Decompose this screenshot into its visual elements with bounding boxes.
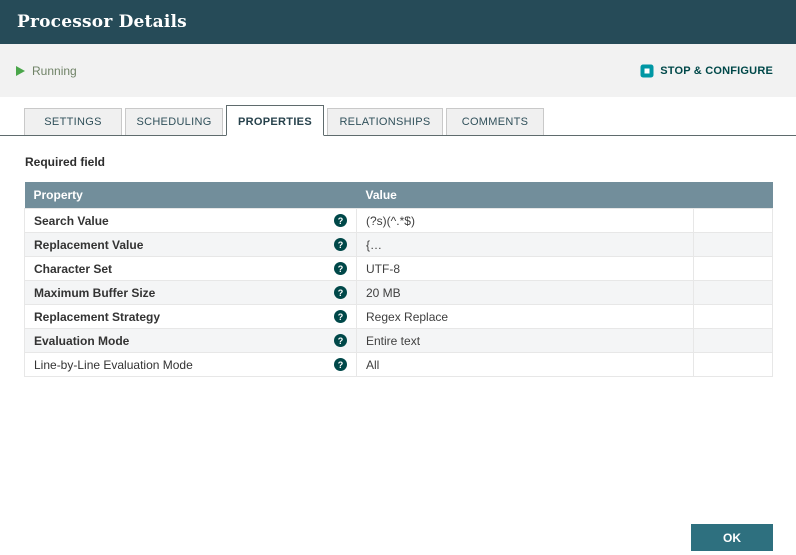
column-header-extra — [693, 182, 773, 209]
required-field-note: Required field — [25, 155, 106, 169]
play-icon — [16, 65, 25, 76]
table-row[interactable]: Maximum Buffer Size? 20 MB — [24, 280, 773, 305]
help-icon[interactable]: ? — [334, 310, 347, 323]
property-value[interactable]: 20 MB — [356, 280, 694, 305]
help-icon[interactable]: ? — [334, 262, 347, 275]
row-extra-cell — [693, 256, 773, 281]
table-row[interactable]: Search Value? (?s)(^.*$) — [24, 208, 773, 233]
dialog-header: Processor Details — [0, 0, 796, 44]
property-name: Replacement Strategy — [34, 309, 161, 324]
table-row[interactable]: Character Set? UTF-8 — [24, 256, 773, 281]
property-value[interactable]: {… — [356, 232, 694, 257]
property-cell: Maximum Buffer Size? — [24, 280, 357, 305]
row-extra-cell — [693, 352, 773, 377]
status-bar: Running STOP & CONFIGURE — [0, 44, 796, 97]
property-cell: Line-by-Line Evaluation Mode? — [24, 352, 357, 377]
run-status-label: Running — [32, 63, 77, 78]
table-row[interactable]: Evaluation Mode? Entire text — [24, 328, 773, 353]
table-row[interactable]: Line-by-Line Evaluation Mode? All — [24, 352, 773, 377]
row-extra-cell — [693, 232, 773, 257]
column-header-property: Property — [24, 182, 357, 209]
run-status: Running — [16, 64, 77, 78]
row-extra-cell — [693, 304, 773, 329]
tab-bar: SETTINGS SCHEDULING PROPERTIES RELATIONSHIP… — [0, 105, 796, 136]
property-value[interactable]: All — [356, 352, 694, 377]
help-icon[interactable]: ? — [334, 334, 347, 347]
property-cell: Replacement Strategy? — [24, 304, 357, 329]
table-row[interactable]: Replacement Value? {… — [24, 232, 773, 257]
ok-button[interactable]: OK — [691, 524, 773, 551]
property-value[interactable]: UTF-8 — [356, 256, 694, 281]
property-cell: Evaluation Mode? — [24, 328, 357, 353]
stop-configure-icon — [640, 64, 654, 78]
tab-settings[interactable]: SETTINGS — [24, 108, 122, 135]
tab-relationships[interactable]: RELATIONSHIPS — [327, 108, 443, 135]
properties-table: Property Value Search Value? (?s)(^.*$) Re… — [24, 182, 773, 377]
help-icon[interactable]: ? — [334, 358, 347, 371]
property-name: Character Set — [34, 261, 113, 276]
processor-details-dialog: Processor Details Running STOP & CONFIGU… — [0, 0, 796, 551]
row-extra-cell — [693, 328, 773, 353]
column-header-value: Value — [356, 182, 694, 209]
help-icon[interactable]: ? — [334, 286, 347, 299]
property-value[interactable]: Entire text — [356, 328, 694, 353]
property-cell: Character Set? — [24, 256, 357, 281]
stop-configure-label: STOP & CONFIGURE — [660, 64, 773, 77]
stop-configure-button[interactable]: STOP & CONFIGURE — [634, 63, 779, 79]
property-name: Search Value — [34, 213, 109, 228]
help-icon[interactable]: ? — [334, 238, 347, 251]
tab-properties[interactable]: PROPERTIES — [226, 105, 324, 136]
property-cell: Replacement Value? — [24, 232, 357, 257]
help-icon[interactable]: ? — [334, 214, 347, 227]
row-extra-cell — [693, 280, 773, 305]
property-name: Line-by-Line Evaluation Mode — [34, 357, 193, 372]
tab-scheduling[interactable]: SCHEDULING — [125, 108, 223, 135]
row-extra-cell — [693, 208, 773, 233]
property-name: Evaluation Mode — [34, 333, 130, 348]
property-name: Maximum Buffer Size — [34, 285, 156, 300]
dialog-title: Processor Details — [17, 12, 187, 32]
property-value[interactable]: Regex Replace — [356, 304, 694, 329]
property-name: Replacement Value — [34, 237, 144, 252]
property-cell: Search Value? — [24, 208, 357, 233]
table-row[interactable]: Replacement Strategy? Regex Replace — [24, 304, 773, 329]
property-value[interactable]: (?s)(^.*$) — [356, 208, 694, 233]
table-header-row: Property Value — [24, 182, 773, 209]
tab-comments[interactable]: COMMENTS — [446, 108, 544, 135]
